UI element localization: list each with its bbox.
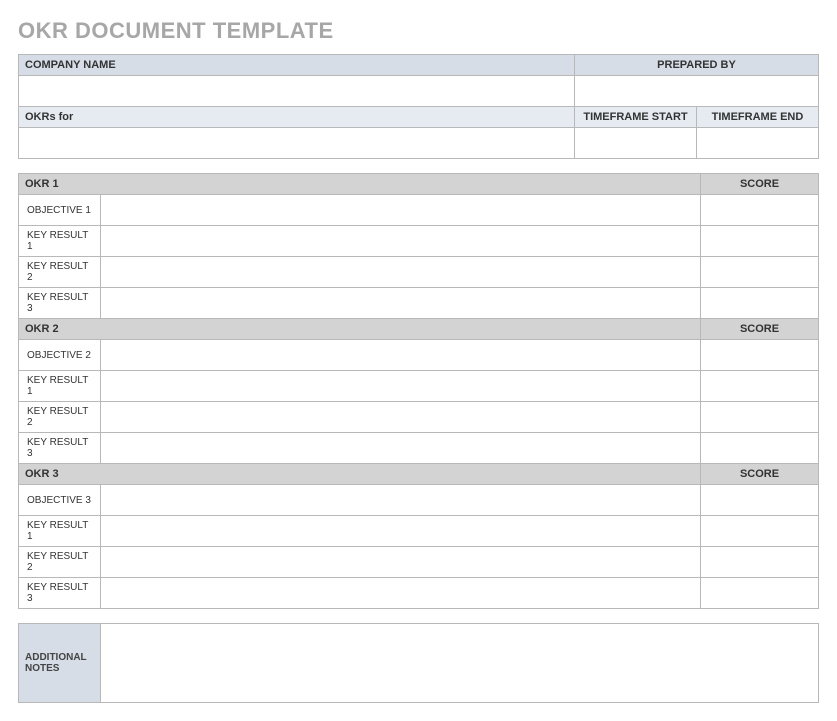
okr1-header: OKR 1 [19, 174, 701, 195]
okr2-kr1-label: KEY RESULT 1 [19, 371, 101, 402]
okr3-kr2-field[interactable] [101, 547, 701, 578]
okr2-kr3-score[interactable] [701, 433, 819, 464]
okr2-objective-label: OBJECTIVE 2 [19, 340, 101, 371]
okr1-objective-field[interactable] [101, 195, 701, 226]
okr1-kr2-field[interactable] [101, 257, 701, 288]
okr1-kr1-field[interactable] [101, 226, 701, 257]
page-title: OKR DOCUMENT TEMPLATE [18, 18, 819, 44]
okr2-kr2-score[interactable] [701, 402, 819, 433]
okr1-score-label: SCORE [701, 174, 819, 195]
okr3-objective-score[interactable] [701, 485, 819, 516]
okr3-kr3-score[interactable] [701, 578, 819, 609]
okr3-score-label: SCORE [701, 464, 819, 485]
additional-notes-field[interactable] [101, 624, 819, 703]
prepared-by-label: PREPARED BY [575, 55, 819, 76]
okr1-kr3-field[interactable] [101, 288, 701, 319]
okr3-kr2-label: KEY RESULT 2 [19, 547, 101, 578]
okr2-kr1-score[interactable] [701, 371, 819, 402]
okr3-header: OKR 3 [19, 464, 701, 485]
company-name-label: COMPANY NAME [19, 55, 575, 76]
prepared-by-field[interactable] [575, 76, 819, 107]
okr1-kr3-score[interactable] [701, 288, 819, 319]
okr3-kr3-field[interactable] [101, 578, 701, 609]
okr1-objective-score[interactable] [701, 195, 819, 226]
okr1-kr3-label: KEY RESULT 3 [19, 288, 101, 319]
okrs-for-field[interactable] [19, 128, 575, 159]
header-table: COMPANY NAME PREPARED BY OKRs for TIMEFR… [18, 54, 819, 159]
okr1-kr1-score[interactable] [701, 226, 819, 257]
okr3-kr1-score[interactable] [701, 516, 819, 547]
okr3-objective-field[interactable] [101, 485, 701, 516]
okrs-for-label: OKRs for [19, 107, 575, 128]
timeframe-start-label: TIMEFRAME START [575, 107, 697, 128]
okr1-kr2-label: KEY RESULT 2 [19, 257, 101, 288]
okr1-kr2-score[interactable] [701, 257, 819, 288]
okr2-kr1-field[interactable] [101, 371, 701, 402]
timeframe-end-label: TIMEFRAME END [697, 107, 819, 128]
okr3-kr3-label: KEY RESULT 3 [19, 578, 101, 609]
okr2-header: OKR 2 [19, 319, 701, 340]
okr1-kr1-label: KEY RESULT 1 [19, 226, 101, 257]
okr3-kr1-field[interactable] [101, 516, 701, 547]
okr2-objective-field[interactable] [101, 340, 701, 371]
okr2-kr2-label: KEY RESULT 2 [19, 402, 101, 433]
okr1-objective-label: OBJECTIVE 1 [19, 195, 101, 226]
timeframe-start-field[interactable] [575, 128, 697, 159]
okr2-kr3-label: KEY RESULT 3 [19, 433, 101, 464]
additional-notes-label: ADDITIONAL NOTES [19, 624, 101, 703]
okr3-kr1-label: KEY RESULT 1 [19, 516, 101, 547]
okr3-kr2-score[interactable] [701, 547, 819, 578]
okr3-objective-label: OBJECTIVE 3 [19, 485, 101, 516]
company-name-field[interactable] [19, 76, 575, 107]
timeframe-end-field[interactable] [697, 128, 819, 159]
okr2-objective-score[interactable] [701, 340, 819, 371]
okr-table: OKR 1 SCORE OBJECTIVE 1 KEY RESULT 1 KEY… [18, 173, 819, 609]
notes-table: ADDITIONAL NOTES [18, 623, 819, 703]
okr2-kr2-field[interactable] [101, 402, 701, 433]
okr2-kr3-field[interactable] [101, 433, 701, 464]
okr2-score-label: SCORE [701, 319, 819, 340]
